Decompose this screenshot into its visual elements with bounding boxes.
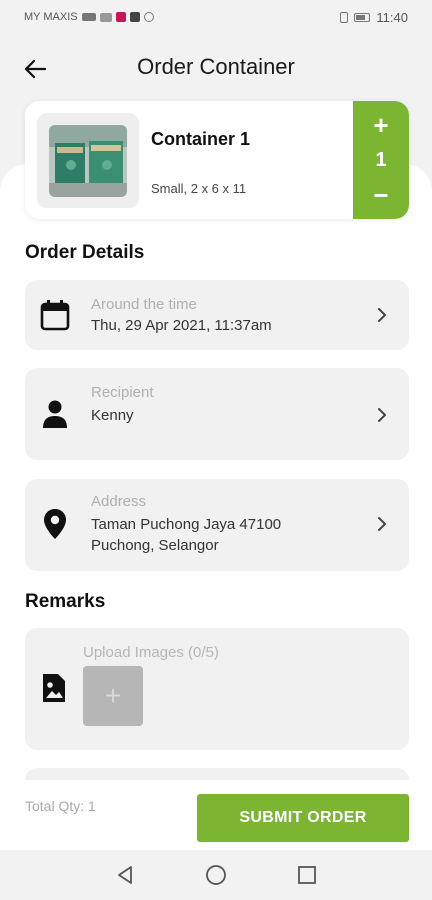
nav-back-button[interactable] (113, 863, 137, 887)
decrease-quantity-button[interactable]: − (373, 181, 388, 209)
location-pin-icon (39, 508, 71, 540)
upload-images-label: Upload Images (0/5) (83, 644, 219, 661)
add-image-button[interactable]: + (83, 666, 143, 726)
bottom-bar: Total Qty: 1 SUBMIT ORDER (0, 780, 432, 850)
triangle-back-icon (118, 866, 133, 884)
recipient-value: Kenny (91, 407, 134, 424)
sync-icon (143, 12, 154, 22)
chevron-right-icon (378, 517, 386, 531)
person-icon (39, 398, 71, 430)
time-label: Around the time (91, 296, 197, 313)
product-description: Small, 2 x 6 x 11 (151, 181, 247, 196)
clock: 11:40 (376, 9, 408, 25)
square-recents-icon (297, 866, 316, 884)
chevron-right-icon (378, 308, 386, 322)
order-details-heading: Order Details (25, 242, 145, 263)
vibrate-icon (340, 11, 349, 23)
time-value: Thu, 29 Apr 2021, 11:37am (91, 317, 272, 334)
container-image (49, 124, 127, 197)
address-line-1: Taman Puchong Jaya 47100 (91, 516, 282, 533)
address-label: Address (91, 493, 147, 510)
volte-icon (81, 13, 96, 21)
youtube-icon (129, 12, 140, 22)
status-bar: MY MAXIS 11:40 (0, 0, 432, 34)
product-image-frame (37, 113, 139, 208)
app-screen: Order Container Container 1 Small, 2 x 6 (0, 34, 432, 900)
address-line-2: Puchong, Selangor (91, 537, 219, 554)
recipient-label: Recipient (91, 384, 154, 401)
quantity-value: 1 (375, 148, 387, 171)
nav-home-button[interactable] (204, 863, 228, 887)
image-icon (41, 672, 67, 709)
header: Order Container (0, 34, 432, 102)
page-title: Order Container (137, 54, 295, 79)
chevron-right-icon (378, 408, 386, 422)
product-card: Container 1 Small, 2 x 6 x 11 + 1 − (25, 101, 409, 219)
remarks-heading: Remarks (25, 591, 106, 612)
signal-icon (99, 12, 112, 22)
carrier-label: MY MAXIS (24, 11, 78, 23)
remarks-upload-box: Upload Images (0/5) + (25, 628, 409, 750)
status-right: 11:40 (340, 10, 408, 25)
submit-order-button[interactable]: SUBMIT ORDER (197, 794, 409, 842)
quantity-stepper: + 1 − (353, 101, 409, 219)
delivery-time-row[interactable]: Around the time Thu, 29 Apr 2021, 11:37a… (25, 280, 409, 350)
battery-icon (354, 12, 371, 22)
product-name: Container 1 (151, 129, 251, 149)
status-left: MY MAXIS (24, 11, 154, 23)
address-row[interactable]: Address Taman Puchong Jaya 47100 Puchong… (25, 479, 409, 571)
recipient-row[interactable]: Recipient Kenny (25, 368, 409, 460)
increase-quantity-button[interactable]: + (373, 111, 388, 139)
nav-recents-button[interactable] (295, 863, 319, 887)
system-nav-bar (0, 850, 432, 900)
calendar-icon (39, 299, 71, 331)
app-notification-icon (115, 12, 126, 22)
total-quantity: Total Qty: 1 (25, 798, 96, 814)
circle-home-icon (206, 865, 226, 885)
